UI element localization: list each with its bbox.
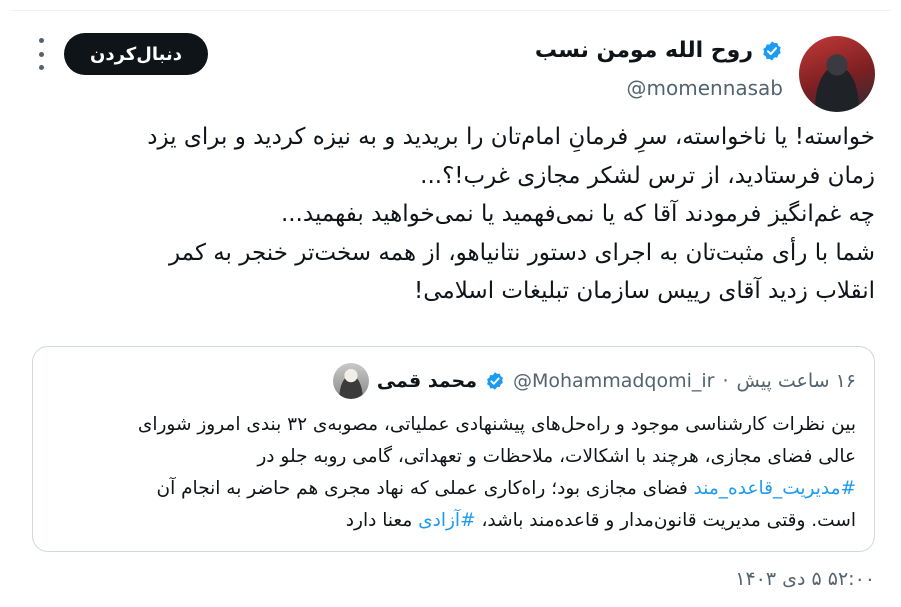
author-name[interactable]: روح الله مومن نسب [535, 38, 753, 63]
quoted-author-name[interactable]: محمد قمی [377, 370, 477, 392]
quoted-line: #مدیریت_قاعده_مند فضای مجازی بود؛ راه‌کا… [51, 473, 857, 505]
quoted-tweet[interactable]: محمد قمی @Mohammadqomi_ir · ۱۶ ساعت پیش … [32, 346, 875, 552]
tweet-line: خواسته! یا ناخواسته، سرِ فرمانِ امام‌تان… [147, 124, 875, 150]
quoted-line: بین نظرات کارشناسی موجود و راه‌حل‌های پی… [137, 414, 856, 435]
follow-button[interactable]: دنبال‌کردن [64, 33, 208, 75]
tweet-line: انقلاب زدید آقای رییس سازمان تبلیغات اسل… [413, 278, 875, 304]
hashtag-link[interactable]: #مدیریت_قاعده_مند [694, 478, 856, 499]
quoted-author-handle[interactable]: @Mohammadqomi_ir [513, 370, 715, 392]
quoted-avatar[interactable] [332, 363, 369, 399]
separator-dot: · [722, 370, 729, 392]
more-vertical-icon[interactable] [34, 38, 48, 70]
author-handle[interactable]: @momennasab [627, 76, 783, 100]
quoted-line-text: فضای مجازی بود؛ راه‌کاری عملی که نهاد مج… [156, 478, 694, 499]
tweet-line: زمان فرستادید، از ترس لشکر مجازی غرب!؟..… [420, 162, 875, 189]
tweet-timestamp[interactable]: ۵۲:۰۰ ۵ دی ۱۴۰۳ [735, 568, 875, 590]
tweet-text: خواسته! یا ناخواسته، سرِ فرمانِ امام‌تان… [26, 118, 875, 311]
tweet-line: چه غم‌انگیز فرمودند آقا که یا نمی‌فهمید … [280, 201, 875, 227]
quoted-line: عالی فضای مجازی، هرچند با اشکالات، ملاحظ… [257, 446, 856, 467]
author-avatar[interactable] [799, 36, 875, 112]
quoted-line-text: معنا دارد [345, 510, 419, 531]
tweet-line: شما با رأی مثبت‌تان به اجرای دستور نتانی… [168, 239, 875, 266]
quoted-text: بین نظرات کارشناسی موجود و راه‌حل‌های پی… [51, 409, 856, 537]
top-divider [10, 10, 891, 11]
tweet-card: روح الله مومن نسب @momennasab دنبال‌کردن… [0, 0, 901, 607]
verified-badge-icon [763, 40, 781, 61]
hashtag-link[interactable]: #آزادی [418, 510, 475, 531]
quoted-time: ۱۶ ساعت پیش [736, 370, 856, 392]
verified-badge-icon [487, 372, 503, 390]
quoted-line: است. وقتی مدیریت قانون‌مدار و قاعده‌مند … [51, 505, 856, 537]
quoted-header: محمد قمی @Mohammadqomi_ir · ۱۶ ساعت پیش [332, 363, 856, 399]
author-name-row: روح الله مومن نسب [535, 38, 783, 63]
quoted-line-text: است. وقتی مدیریت قانون‌مدار و قاعده‌مند … [475, 510, 856, 531]
